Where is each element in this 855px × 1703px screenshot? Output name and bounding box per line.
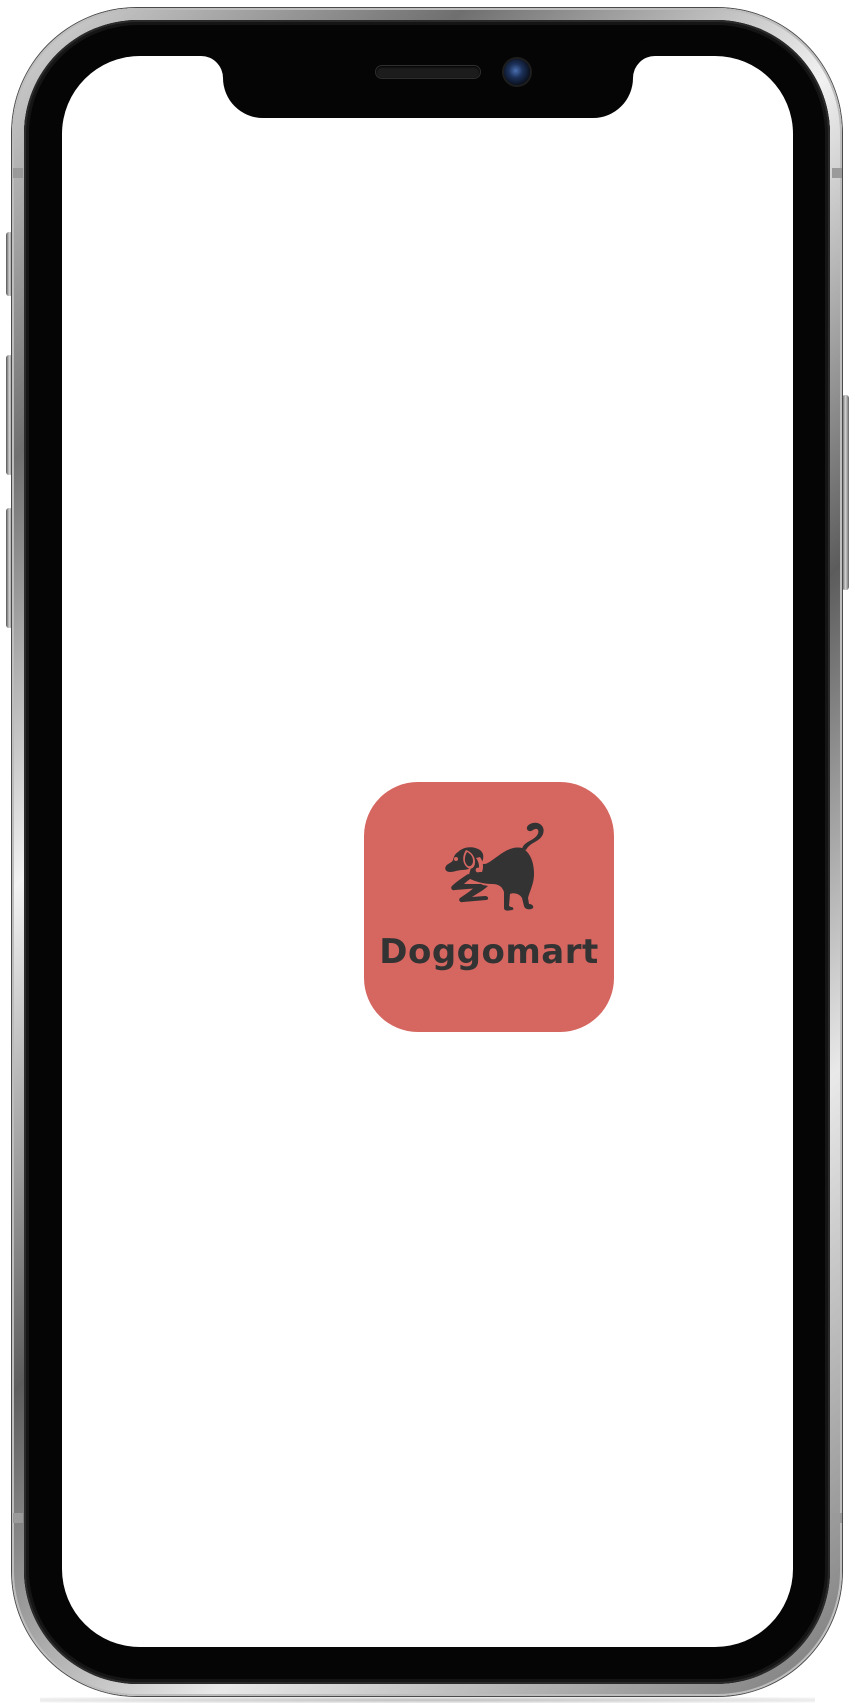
app-logo: Doggomart [364,782,614,1032]
front-camera-icon [504,59,530,85]
power-button [842,395,849,590]
antenna-band [13,1513,23,1523]
antenna-band [13,168,23,178]
app-name: Doggomart [379,932,599,972]
antenna-band [832,168,842,178]
dog-play-bow-icon [445,822,544,911]
splash-screen: Doggomart [62,56,793,1647]
speaker-grille-icon [376,66,480,78]
floor-shadow [40,1697,815,1703]
notch [223,50,633,118]
stage: Doggomart [0,0,855,1703]
antenna-band [832,1513,842,1523]
